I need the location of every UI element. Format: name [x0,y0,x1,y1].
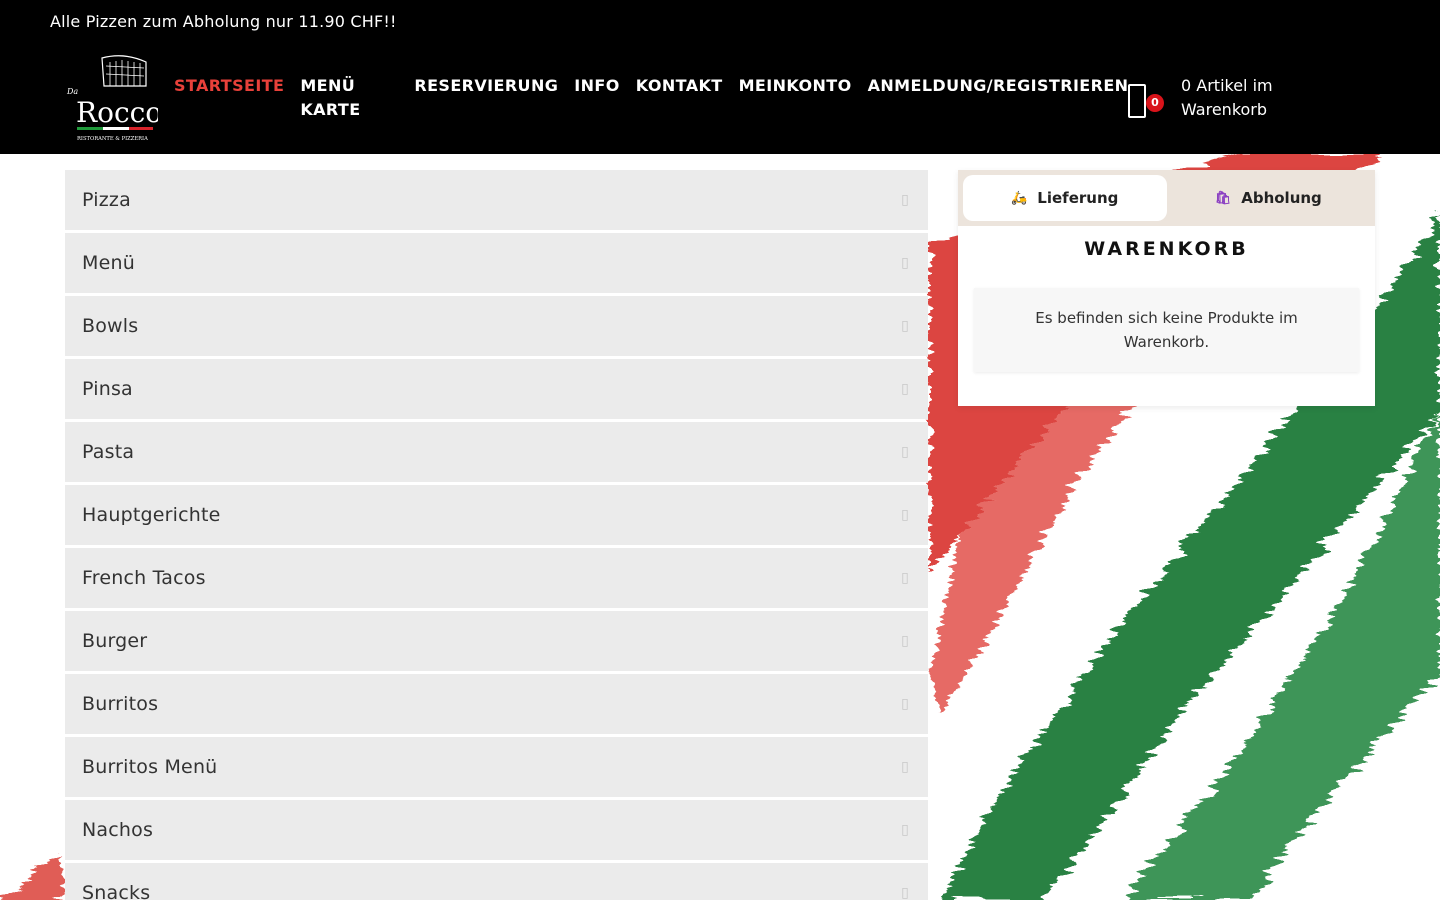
category-row[interactable]: Pasta ▯ [65,422,928,482]
category-label: Burritos Menü [82,756,218,778]
cart-empty-message: Es befinden sich keine Produkte im Waren… [974,288,1359,372]
chevron-icon: ▯ [901,192,909,208]
chevron-icon: ▯ [901,696,909,712]
category-label: Bowls [82,315,139,337]
category-row[interactable]: Pizza ▯ [65,170,928,230]
tab-abholung-label: Abholung [1241,189,1322,207]
category-accordion: Pizza ▯ Menü ▯ Bowls ▯ Pinsa ▯ Pasta ▯ Hauptg… [65,170,928,900]
nav-startseite[interactable]: STARTSEITE [174,74,284,122]
category-label: Nachos [82,819,154,841]
order-type-tabs: 🛵 Lieferung 🛍 Abholung [958,170,1375,226]
da-rocco-logo[interactable]: Da Rocco RISTORANTE & PIZZERIA [64,54,158,144]
chevron-icon: ▯ [901,507,909,523]
site-header: Alle Pizzen zum Abholung nur 11.90 CHF!!… [0,0,1440,154]
cart-summary-text[interactable]: 0 Artikel im Warenkorb [1181,74,1291,122]
chevron-icon: ▯ [901,570,909,586]
tab-abholung[interactable]: 🛍 Abholung [1167,175,1371,221]
category-label: Burritos [82,693,159,715]
chevron-icon: ▯ [901,444,909,460]
category-row[interactable]: Pinsa ▯ [65,359,928,419]
category-label: Pasta [82,441,135,463]
promo-banner: Alle Pizzen zum Abholung nur 11.90 CHF!! [50,12,397,31]
category-row[interactable]: Bowls ▯ [65,296,928,356]
chevron-icon: ▯ [901,633,909,649]
nav-meinkonto[interactable]: MEINKONTO [739,74,852,122]
logo-prefix: Da [66,87,78,96]
chevron-icon: ▯ [901,255,909,271]
chevron-icon: ▯ [901,318,909,334]
chevron-icon: ▯ [901,885,909,900]
chevron-icon: ▯ [901,381,909,397]
category-row[interactable]: Burger ▯ [65,611,928,671]
logo-name: Rocco [76,96,158,129]
category-label: Hauptgerichte [82,504,221,526]
nav-reservierung[interactable]: RESERVIERUNG [414,74,558,122]
category-row[interactable]: Burritos ▯ [65,674,928,734]
category-label: Pinsa [82,378,133,400]
category-label: French Tacos [82,567,206,589]
mini-cart[interactable]: 0 0 Artikel im Warenkorb [1126,74,1291,122]
category-row[interactable]: Menü ▯ [65,233,928,293]
category-row[interactable]: French Tacos ▯ [65,548,928,608]
scooter-icon: 🛵 [1011,190,1028,206]
category-label: Pizza [82,189,131,211]
category-row[interactable]: Nachos ▯ [65,800,928,860]
logo-tagline: RISTORANTE & PIZZERIA [77,136,148,142]
category-label: Snacks [82,882,151,900]
nav-menu-karte[interactable]: MENÜ KARTE [300,74,398,122]
chevron-icon: ▯ [901,759,909,775]
category-row[interactable]: Snacks ▯ [65,863,928,900]
cart-panel: 🛵 Lieferung 🛍 Abholung WARENKORB Es befi… [958,170,1375,406]
cart-icon[interactable]: 0 [1126,74,1164,122]
phone-icon [1128,84,1146,118]
nav-info[interactable]: INFO [574,74,619,122]
category-label: Menü [82,252,135,274]
main-nav: STARTSEITE MENÜ KARTE RESERVIERUNG INFO … [174,74,1144,122]
chevron-icon: ▯ [901,822,909,838]
category-row[interactable]: Hauptgerichte ▯ [65,485,928,545]
tab-lieferung[interactable]: 🛵 Lieferung [963,175,1167,221]
category-row[interactable]: Burritos Menü ▯ [65,737,928,797]
cart-count-badge: 0 [1146,94,1164,112]
nav-anmeldung-registrieren[interactable]: ANMELDUNG/REGISTRIEREN [868,74,1129,122]
cart-title: WARENKORB [1084,238,1249,260]
tab-lieferung-label: Lieferung [1037,189,1119,207]
nav-kontakt[interactable]: KONTAKT [636,74,723,122]
shopping-bag-icon: 🛍 [1214,190,1232,206]
category-label: Burger [82,630,148,652]
